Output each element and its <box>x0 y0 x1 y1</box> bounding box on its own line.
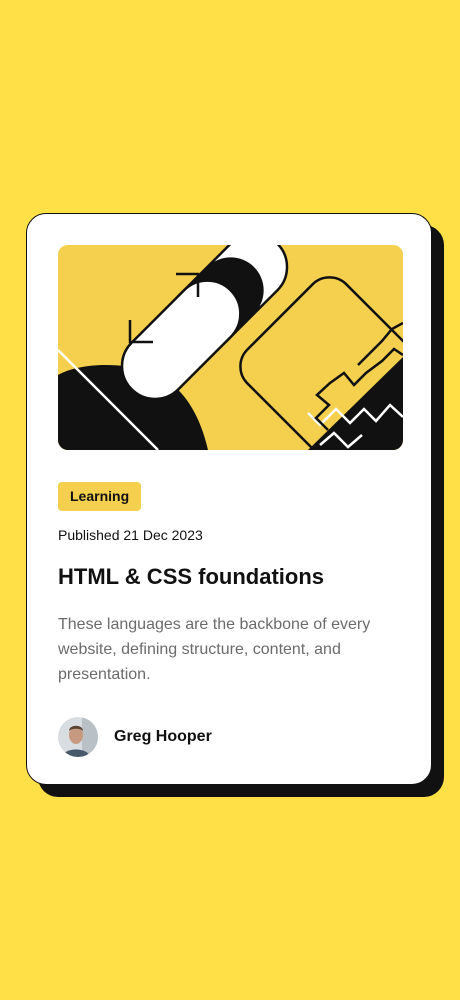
author-info: Greg Hooper <box>58 717 212 757</box>
author-name[interactable]: Greg Hooper <box>114 728 212 746</box>
card-title[interactable]: HTML & CSS foundations <box>58 564 324 590</box>
blog-preview-card: Learning Published 21 Dec 2023 HTML & CS… <box>26 213 432 785</box>
published-date: Published 21 Dec 2023 <box>58 527 203 543</box>
card-description: These languages are the backbone of ever… <box>58 616 371 683</box>
blog-illustration <box>58 245 403 450</box>
category-badge: Learning <box>58 482 142 511</box>
author-avatar <box>58 717 98 757</box>
